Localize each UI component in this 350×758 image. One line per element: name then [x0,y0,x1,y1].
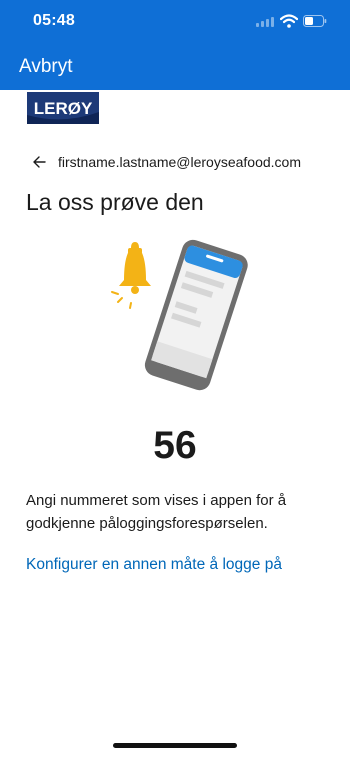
cellular-signal-icon [256,17,274,27]
status-time: 05:48 [33,12,75,29]
verification-number: 56 [153,424,197,467]
home-indicator[interactable] [113,743,237,748]
company-logo: LERØY [27,92,99,124]
wifi-icon [280,14,298,28]
svg-text:LERØY: LERØY [34,99,93,118]
battery-icon [303,15,327,27]
back-arrow-icon[interactable] [32,155,46,169]
bell-icon [111,242,151,309]
account-row: firstname.lastname@leroyseafood.com [32,152,301,172]
instruction-text: Angi nummeret som vises i appen for å go… [26,492,287,532]
configure-other-method-link[interactable]: Konfigurer en annen måte å logge på [26,556,282,574]
page-title: La oss prøve den [26,189,204,215]
cancel-button[interactable]: Avbryt [19,56,73,78]
account-email: firstname.lastname@leroyseafood.com [58,154,301,170]
phone-icon [144,239,248,391]
status-bar: 05:48 [0,0,350,44]
phone-notification-illustration [111,239,248,391]
